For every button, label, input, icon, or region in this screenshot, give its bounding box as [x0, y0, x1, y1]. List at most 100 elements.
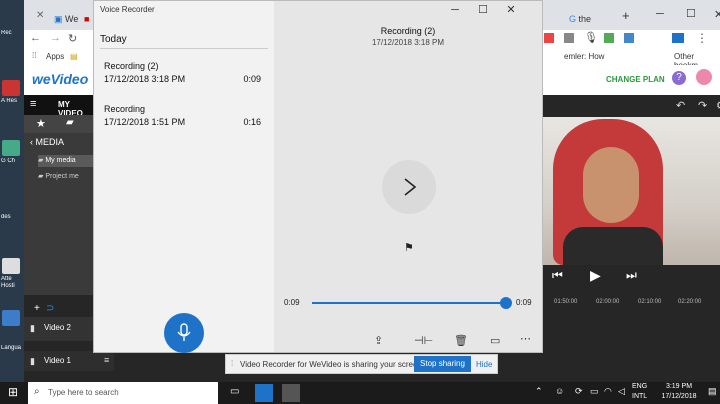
divider	[100, 48, 268, 49]
desktop-app-icon[interactable]	[2, 80, 20, 96]
windows-start-icon[interactable]: ⊞	[8, 385, 18, 399]
chevron-up-icon[interactable]: ⌃	[535, 386, 543, 397]
folder-icon: ▰	[38, 157, 44, 164]
recording-list-item[interactable]: Recording (2) 17/12/2018 3:18 PM 0:09	[104, 61, 269, 84]
bookmark-apps[interactable]: Apps	[46, 52, 64, 61]
volume-icon[interactable]: ◁	[618, 386, 625, 397]
recording-name: Recording (2)	[104, 61, 159, 71]
webcam-preview	[543, 117, 720, 265]
task-view-icon[interactable]: ▭	[230, 386, 239, 397]
extension-icon[interactable]	[604, 33, 614, 43]
clock-date[interactable]: 17/12/2018	[655, 393, 703, 400]
play-button[interactable]	[382, 160, 436, 214]
timeline-tick: 01:50:00	[554, 299, 578, 305]
track-header[interactable]: ▮ Video 2	[24, 317, 94, 341]
microphone-icon[interactable]: 🎙	[584, 31, 598, 44]
extension-icon[interactable]	[624, 33, 634, 43]
browser-tab[interactable]: G the	[569, 8, 599, 30]
maximize-icon[interactable]: ☐	[470, 1, 496, 19]
stop-sharing-button[interactable]: Stop sharing	[414, 356, 471, 372]
avatar[interactable]	[696, 69, 712, 85]
track-menu-icon[interactable]: ≡	[104, 355, 109, 365]
sharing-message: Video Recorder for WeVideo is sharing yo…	[240, 360, 425, 369]
track-header[interactable]: ▮ Video 1 ≡	[24, 351, 114, 371]
extension-icon[interactable]	[564, 33, 574, 43]
record-button[interactable]	[164, 313, 204, 353]
delete-icon[interactable]: 🗑	[454, 334, 468, 347]
browser-tab-label: the	[578, 14, 592, 24]
person-shirt	[563, 227, 663, 265]
settings-icon[interactable]: ⚙	[716, 99, 720, 112]
desktop-app-icon[interactable]	[2, 310, 20, 326]
wifi-icon[interactable]: ◠	[604, 386, 612, 397]
share-icon[interactable]: ⇪	[374, 334, 383, 347]
undo-icon[interactable]: ↶	[676, 99, 685, 112]
apps-icon[interactable]: ⁞⁞	[32, 51, 36, 60]
taskbar-search[interactable]: ⌕ Type here to search	[28, 382, 218, 404]
close-icon[interactable]: ✕	[36, 10, 44, 21]
hide-button[interactable]: Hide	[476, 360, 492, 369]
play-icon[interactable]: ▶	[590, 267, 601, 284]
rename-icon[interactable]: ▭	[490, 334, 500, 347]
media-header[interactable]: ‹ MEDIA	[30, 137, 64, 147]
my-videos-bar[interactable]: ≡ MY VIDEO	[24, 95, 94, 118]
close-icon[interactable]: ✕	[498, 1, 524, 19]
skip-back-icon[interactable]: ⏮	[552, 268, 563, 283]
hamburger-icon[interactable]: ≡	[30, 98, 36, 110]
screen-sharing-bar: ⁞ Video Recorder for WeVideo is sharing …	[225, 354, 498, 374]
close-window-icon[interactable]: ✕	[714, 8, 720, 21]
progress-track[interactable]	[312, 297, 512, 309]
desktop-label: Atte Hosti	[1, 276, 15, 289]
minimize-icon[interactable]: ─	[442, 1, 468, 19]
clock-time[interactable]: 3:19 PM	[658, 383, 700, 390]
desktop-label: Langua	[1, 345, 22, 351]
input-language[interactable]: ENG	[632, 383, 647, 390]
extension-icon[interactable]	[672, 33, 684, 43]
back-icon[interactable]: ←	[30, 32, 41, 44]
change-plan-link[interactable]: CHANGE PLAN	[606, 75, 665, 84]
timeline-tick: 02:20:00	[678, 299, 702, 305]
magnet-icon[interactable]: ⊃	[46, 303, 54, 314]
desktop-app-icon[interactable]	[2, 258, 20, 274]
desktop-app-icon[interactable]	[2, 140, 20, 156]
minimize-icon[interactable]: ─	[656, 8, 664, 20]
recording-list-item[interactable]: Recording 17/12/2018 1:51 PM 0:16	[104, 104, 269, 127]
recording-name: Recording	[104, 104, 146, 114]
notification-icon[interactable]: ▤	[708, 386, 717, 397]
battery-icon[interactable]: ▭	[590, 386, 599, 397]
bookmark-item[interactable]: emler: How	[564, 52, 604, 61]
search-placeholder: Type here to search	[48, 388, 119, 397]
new-tab-icon[interactable]: +	[622, 8, 630, 23]
media-item[interactable]: ▰ Project me	[38, 171, 94, 183]
bookmark-icon[interactable]: ▤	[70, 52, 78, 61]
input-layout[interactable]: INTL	[632, 393, 647, 400]
voice-recorder-taskbar-icon[interactable]	[282, 384, 300, 402]
track-label: Video 2	[44, 323, 71, 332]
more-icon[interactable]: ⋯	[520, 332, 531, 345]
wevideo-logo[interactable]: weVideo	[32, 71, 88, 87]
progress-thumb[interactable]	[500, 297, 512, 309]
extension-icon[interactable]	[544, 33, 554, 43]
skip-forward-icon[interactable]: ⏭	[626, 268, 637, 283]
reload-icon[interactable]: ↻	[68, 32, 77, 45]
play-icon	[404, 178, 417, 196]
maximize-icon[interactable]: ☐	[686, 7, 696, 20]
film-icon: ▮	[30, 356, 35, 366]
help-icon[interactable]: ?	[672, 71, 686, 85]
sync-icon[interactable]: ⟳	[575, 386, 583, 397]
people-icon[interactable]: ☺	[555, 386, 564, 396]
flag-icon[interactable]: ⚑	[404, 241, 414, 254]
wevideo-taskbar-icon[interactable]	[255, 384, 273, 402]
folder-icon[interactable]: ▰	[66, 117, 74, 128]
drag-handle-icon[interactable]: ⁞	[231, 359, 233, 368]
media-item[interactable]: ▰ My media	[38, 155, 94, 167]
playback-pane: ─ ☐ ✕ Recording (2) 17/12/2018 3:18 PM ⚑…	[274, 1, 542, 352]
star-icon[interactable]: ★	[36, 117, 46, 130]
redo-icon[interactable]: ↷	[698, 99, 707, 112]
forward-icon[interactable]: →	[50, 32, 61, 44]
trim-icon[interactable]: ⊣⊢	[414, 334, 433, 347]
track-label: Video 1	[44, 356, 71, 365]
menu-dots-icon[interactable]: ⋮	[696, 31, 708, 45]
add-track-icon[interactable]: +	[34, 303, 40, 314]
now-playing-date: 17/12/2018 3:18 PM	[371, 38, 445, 47]
